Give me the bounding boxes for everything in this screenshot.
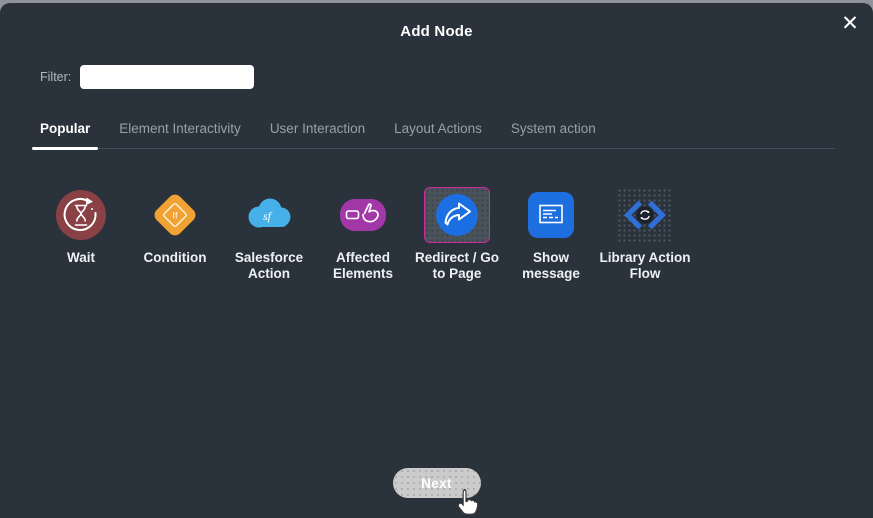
tab-popular[interactable]: Popular [31, 121, 99, 150]
node-item-salesforce-action[interactable]: sf Salesforce Action [222, 186, 316, 282]
node-label: Wait [67, 250, 95, 265]
node-label: Redirect / Go to Page [414, 250, 500, 281]
tab-system-action[interactable]: System action [511, 121, 596, 136]
filter-row: Filter: [40, 65, 255, 89]
node-label: Library Action Flow [599, 250, 691, 281]
node-item-wait[interactable]: Wait [34, 186, 128, 282]
condition-if-diamond-icon: If [154, 194, 196, 236]
tab-element-interactivity[interactable]: Element Interactivity [119, 121, 241, 136]
next-button[interactable]: Next [392, 468, 481, 498]
redirect-arrow-icon [436, 194, 478, 236]
add-node-modal: Add Node ✕ Filter: Popular Element Inter… [0, 3, 873, 518]
close-icon[interactable]: ✕ [835, 9, 865, 39]
dotted-tile [617, 188, 673, 242]
node-label: Salesforce Action [234, 250, 304, 281]
wait-hourglass-icon [56, 190, 106, 240]
page-title: Add Node [400, 23, 473, 40]
filter-label: Filter: [40, 70, 72, 84]
node-label: Condition [143, 250, 207, 265]
node-item-redirect-go-to-page[interactable]: Redirect / Go to Page [410, 186, 504, 282]
tab-layout-actions[interactable]: Layout Actions [394, 121, 482, 136]
svg-text:If: If [172, 211, 178, 222]
node-item-condition[interactable]: If Condition [128, 186, 222, 282]
node-item-show-message[interactable]: Show message [504, 186, 598, 282]
tab-user-interaction[interactable]: User Interaction [270, 121, 365, 136]
node-label: Affected Elements [332, 250, 394, 281]
filter-input[interactable] [80, 65, 255, 89]
tab-bar: Popular Element Interactivity User Inter… [31, 121, 835, 150]
hand-click-icon [340, 199, 386, 231]
action-flow-brackets-icon [623, 200, 667, 230]
node-item-affected-elements[interactable]: Affected Elements [316, 186, 410, 282]
node-item-library-action-flow[interactable]: Library Action Flow [598, 186, 692, 282]
salesforce-cloud-icon: sf [248, 198, 291, 228]
node-grid: Wait If Condition sf Salesforce Action A… [34, 186, 692, 282]
node-label: Show message [522, 250, 580, 281]
selected-node-highlight [424, 187, 490, 243]
message-box-icon [528, 192, 574, 238]
